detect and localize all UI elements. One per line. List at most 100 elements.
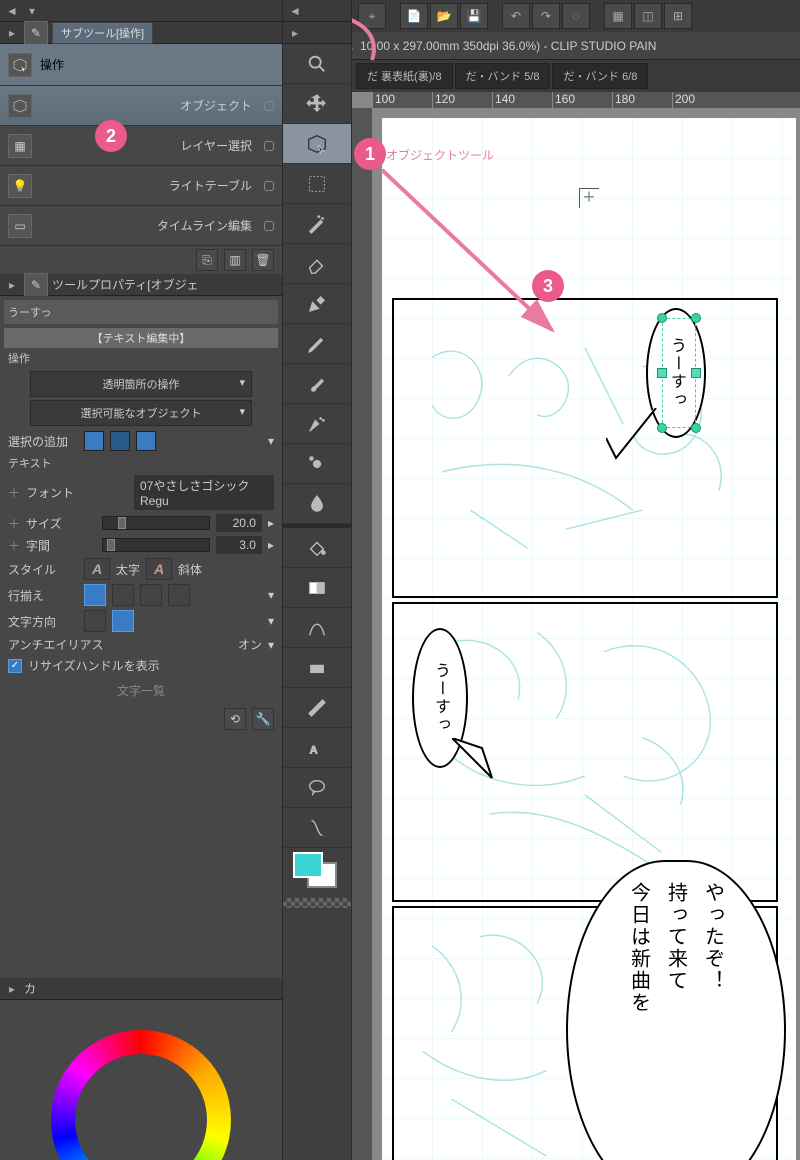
text-selection[interactable] <box>662 318 696 428</box>
align-bot[interactable] <box>140 584 162 606</box>
tab-1[interactable]: だ・バンド 5/8 <box>455 63 551 89</box>
tool-blend[interactable] <box>283 484 351 524</box>
toolbar-menu[interactable]: ▸ <box>287 25 303 41</box>
subtool-group-label: 操作 <box>40 56 64 73</box>
clip-icon[interactable]: ⌖ <box>358 3 386 29</box>
document-info: 10.00 x 297.00mm 350dpi 36.0%) - CLIP ST… <box>352 32 800 60</box>
tab-2[interactable]: だ・バンド 6/8 <box>552 63 648 89</box>
tool-zoom[interactable] <box>283 44 351 84</box>
timeline-icon: ▭ <box>8 214 32 238</box>
ruler-horizontal: 100120140 160180200 <box>372 92 800 108</box>
svg-text:A: A <box>310 744 318 756</box>
sel-inv-icon[interactable]: ⊞ <box>664 3 692 29</box>
selectable-obj-select[interactable]: 選択可能なオブジェクト <box>30 400 252 426</box>
aa-value[interactable]: オン <box>238 636 262 653</box>
trash-icon[interactable]: 🗑 <box>252 249 274 271</box>
tool-deco[interactable] <box>283 444 351 484</box>
save-icon[interactable]: 💾 <box>460 3 488 29</box>
sel-all-icon[interactable]: ▦ <box>604 3 632 29</box>
cube-cursor-icon <box>8 94 32 118</box>
sel-clear-icon[interactable]: ◫ <box>634 3 662 29</box>
addsel-mode-2[interactable] <box>110 431 130 451</box>
toolprop-menu[interactable]: ▸ <box>4 277 20 293</box>
align-top[interactable] <box>84 584 106 606</box>
transparent-op-select[interactable]: 透明箇所の操作 <box>30 371 252 397</box>
tool-ruler[interactable] <box>283 688 351 728</box>
tool-eraser[interactable] <box>283 244 351 284</box>
copy-icon[interactable]: ⎘ <box>196 249 218 271</box>
tool-airbrush[interactable] <box>283 404 351 444</box>
addsel-mode-1[interactable] <box>84 431 104 451</box>
tool-shape[interactable] <box>283 648 351 688</box>
tool-brush[interactable] <box>283 364 351 404</box>
cube-cursor-icon <box>8 53 32 77</box>
panel-back[interactable]: ◄ <box>4 3 20 19</box>
tool-correct[interactable] <box>283 808 351 848</box>
color-wheel[interactable] <box>0 1000 282 1160</box>
pen-icon: ✎ <box>24 273 48 297</box>
tab-0[interactable]: だ 裏表紙(裏)/8 <box>356 63 453 89</box>
align-just[interactable] <box>168 584 190 606</box>
dir-label: 文字方向 <box>8 613 78 630</box>
open-icon[interactable]: 📂 <box>430 3 458 29</box>
tool-gradient[interactable] <box>283 568 351 608</box>
subtool-title: サブツール[操作] <box>52 22 153 44</box>
tool-move[interactable] <box>283 84 351 124</box>
color-swatch[interactable] <box>283 848 351 898</box>
font-label: フォント <box>26 484 96 501</box>
reset-icon[interactable]: ⟲ <box>224 708 246 730</box>
tool-marquee[interactable] <box>283 164 351 204</box>
italic-toggle[interactable]: A <box>146 558 172 580</box>
redo-icon[interactable]: ↷ <box>532 3 560 29</box>
tool-text[interactable]: A <box>283 728 351 768</box>
dir-h[interactable] <box>84 610 106 632</box>
font-select[interactable]: 07やさしさゴシック Regu <box>134 475 274 510</box>
dir-v[interactable] <box>112 610 134 632</box>
aa-label: アンチエイリアス <box>8 636 108 653</box>
resize-label: リサイズハンドルを表示 <box>28 657 160 674</box>
tool-line[interactable] <box>283 608 351 648</box>
wrench-icon[interactable]: 🔧 <box>252 708 274 730</box>
bold-toggle[interactable]: A <box>84 558 110 580</box>
space-value[interactable]: 3.0 <box>216 536 262 554</box>
subtool-item-layer-select[interactable]: ▦ レイヤー選択 <box>0 126 282 166</box>
addsel-mode-3[interactable] <box>136 431 156 451</box>
resize-check[interactable]: ✓ <box>8 659 22 673</box>
clear-icon[interactable]: ◌ <box>562 3 590 29</box>
toolprop-title: ツールプロパティ[オブジェ <box>52 276 199 293</box>
subtool-menu[interactable]: ▸ <box>4 25 20 41</box>
tool-fill[interactable] <box>283 528 351 568</box>
tool-balloon[interactable] <box>283 768 351 808</box>
subtool-group-operation[interactable]: 操作 <box>0 44 282 86</box>
balloon-big[interactable]: 今日は新曲を 持って来て やったぞ！ <box>566 860 786 1160</box>
subtool-item-timeline[interactable]: ▭ タイムライン編集 <box>0 206 282 246</box>
tool-wand[interactable] <box>283 204 351 244</box>
group-operation: 操作 <box>0 348 282 368</box>
color-menu[interactable]: ▸ <box>4 981 20 997</box>
new-icon[interactable]: 📄 <box>400 3 428 29</box>
align-mid[interactable] <box>112 584 134 606</box>
toolbar-collapse[interactable]: ◄ <box>287 3 303 19</box>
charlist-button[interactable]: 文字一覧 <box>117 682 165 699</box>
size-value[interactable]: 20.0 <box>216 514 262 532</box>
group-text: テキスト <box>0 453 282 473</box>
subtool-item-light-table[interactable]: 💡 ライトテーブル <box>0 166 282 206</box>
addsel-label: 選択の追加 <box>8 433 78 450</box>
tool-operation[interactable] <box>283 124 351 164</box>
space-label: 字間 <box>26 537 96 554</box>
canvas-page[interactable]: + うーすっ うーすっ 今日は新曲を 持って来て やったぞ！ <box>382 118 796 1160</box>
subtool-item-object[interactable]: オブジェクト <box>0 86 282 126</box>
align-label: 行揃え <box>8 587 78 604</box>
duplicate-icon[interactable]: ▥ <box>224 249 246 271</box>
tool-pen[interactable] <box>283 284 351 324</box>
frame-1 <box>392 298 778 598</box>
tool-pencil[interactable] <box>283 324 351 364</box>
tool-icon: ✎ <box>24 21 48 45</box>
text-value-input[interactable]: うーすっ <box>4 300 278 324</box>
style-label: スタイル <box>8 561 78 578</box>
bulb-icon: 💡 <box>8 174 32 198</box>
undo-icon[interactable]: ↶ <box>502 3 530 29</box>
size-slider[interactable] <box>102 516 210 530</box>
panel-collapse[interactable]: ▾ <box>24 3 40 19</box>
space-slider[interactable] <box>102 538 210 552</box>
